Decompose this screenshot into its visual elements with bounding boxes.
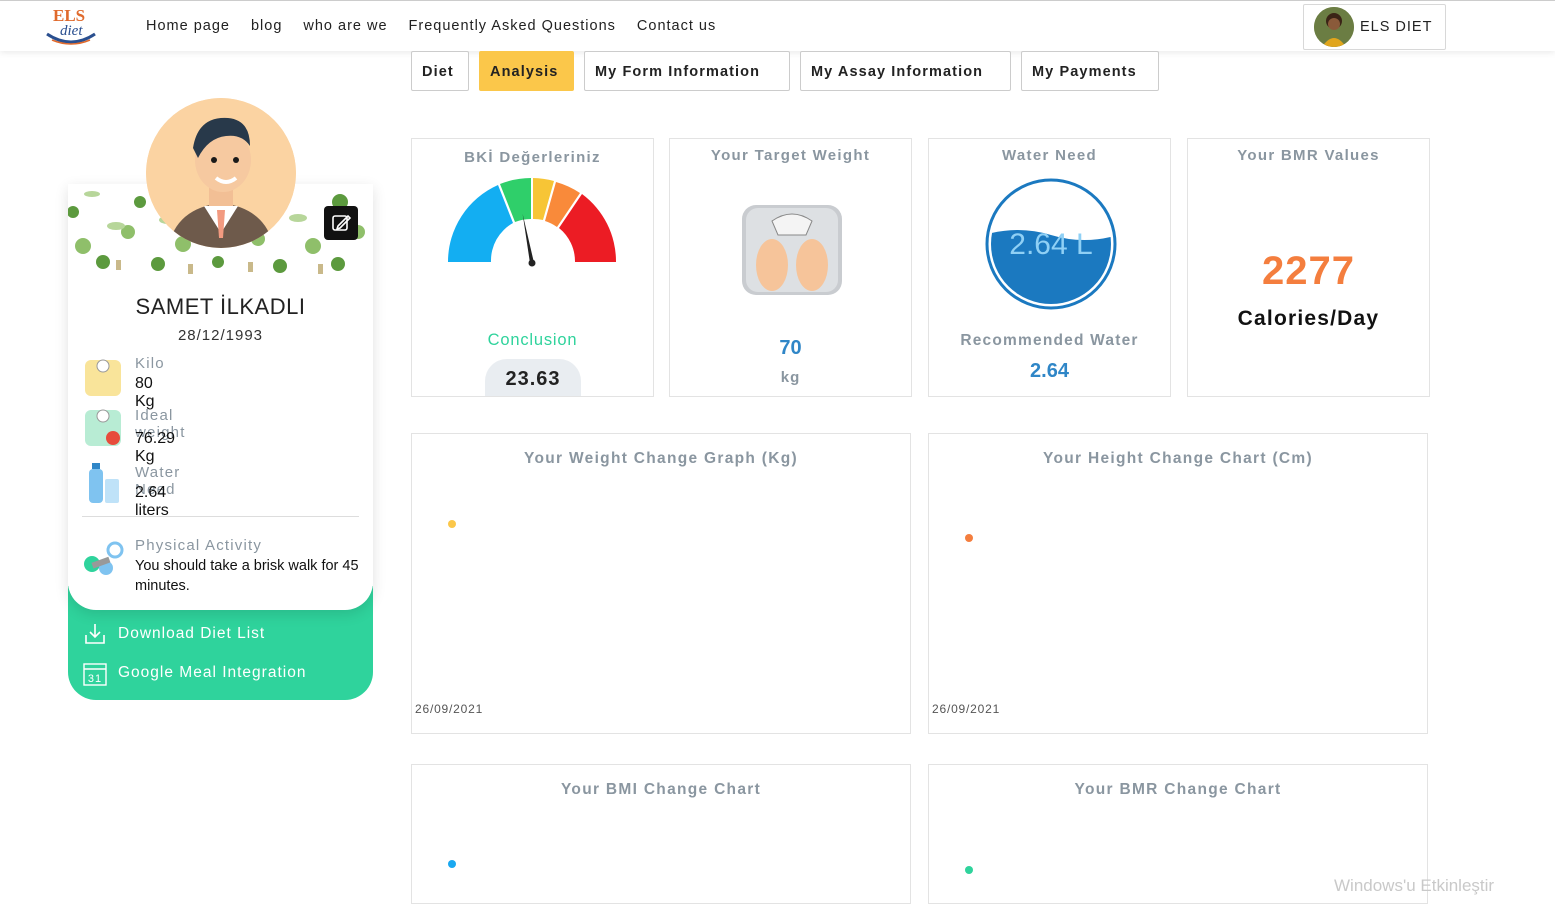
- bmr-value: 2277: [1262, 249, 1355, 293]
- user-avatar: [1314, 7, 1354, 47]
- physical-activity-label: Physical Activity: [135, 537, 263, 554]
- tab-analysis[interactable]: Analysis: [479, 51, 574, 91]
- water-bottle-icon: [89, 463, 119, 503]
- kilo-label: Kilo: [135, 355, 165, 372]
- google-meal-integration-button[interactable]: 31 Google Meal Integration: [82, 660, 352, 686]
- svg-text:31: 31: [88, 673, 102, 685]
- height-change-chart: Your Height Change Chart (Cm) 26/09/2021: [928, 433, 1428, 734]
- main-nav: Home page blog who are we Frequently Ask…: [146, 18, 737, 34]
- bmr-chart-point: [965, 866, 973, 874]
- download-diet-list-button[interactable]: Download Diet List: [82, 621, 352, 647]
- profile-name: SAMET İLKADLI: [135, 294, 306, 319]
- download-icon: [85, 624, 105, 644]
- els-diet-logo[interactable]: ELS diet: [44, 4, 98, 48]
- profile-avatar: [146, 98, 296, 248]
- bathroom-scale-icon: [742, 205, 842, 295]
- user-menu-button[interactable]: ELS DIET: [1303, 4, 1446, 50]
- dumbbell-icon: [84, 541, 124, 575]
- bmi-conclusion-label: Conclusion: [487, 331, 578, 349]
- profile-divider: [82, 516, 359, 517]
- bmi-gauge: [447, 178, 617, 267]
- edit-profile-button[interactable]: [324, 206, 358, 240]
- user-name: ELS DIET: [1360, 19, 1433, 35]
- bmi-card-title: BKİ Değerleriniz: [464, 149, 601, 166]
- physical-activity-text: You should take a brisk walk for 45 minu…: [135, 558, 359, 594]
- calendar-icon: 31: [83, 663, 107, 686]
- tab-my-form-information[interactable]: My Form Information: [584, 51, 790, 91]
- height-chart-x-label: 26/09/2021: [932, 702, 1001, 716]
- weight-chart-x-label: 26/09/2021: [415, 702, 484, 716]
- height-chart-point: [965, 534, 973, 542]
- target-weight-value: 70: [779, 337, 802, 359]
- download-diet-list-label: Download Diet List: [118, 625, 266, 642]
- svg-text:2.64 L: 2.64 L: [1009, 228, 1092, 261]
- nav-home[interactable]: Home page: [146, 18, 230, 34]
- recommended-water-label: Recommended Water: [960, 332, 1139, 349]
- nav-blog[interactable]: blog: [251, 18, 282, 34]
- nav-faq[interactable]: Frequently Asked Questions: [409, 18, 616, 34]
- water-need-value: 2.64 liters: [135, 484, 169, 519]
- bmr-card: Your BMR Values 2277 Calories/Day: [1187, 138, 1430, 397]
- weight-change-chart: Your Weight Change Graph (Kg) 26/09/2021: [411, 433, 911, 734]
- target-weight-unit: kg: [780, 369, 801, 386]
- bmr-unit: Calories/Day: [1237, 307, 1380, 330]
- tab-my-payments[interactable]: My Payments: [1021, 51, 1159, 91]
- edit-icon: [332, 214, 352, 231]
- google-meal-integration-label: Google Meal Integration: [118, 664, 307, 681]
- target-weight-title: Your Target Weight: [710, 147, 871, 164]
- nav-contact[interactable]: Contact us: [637, 18, 716, 34]
- svg-text:diet: diet: [60, 23, 83, 39]
- ideal-weight-value: 76.29 Kg: [135, 430, 176, 465]
- bmi-chart-point: [448, 860, 456, 868]
- bmi-value: 23.63: [485, 359, 581, 396]
- weight-chart-point: [448, 520, 456, 528]
- tab-my-assay-information[interactable]: My Assay Information: [800, 51, 1011, 91]
- profile-dob: 28/12/1993: [177, 327, 264, 344]
- header: ELS diet Home page blog who are we Frequ…: [0, 1, 1555, 51]
- recommended-water-value: 2.64: [1030, 360, 1069, 382]
- nav-who-are-we[interactable]: who are we: [303, 18, 387, 34]
- ideal-weight-icon: [85, 409, 121, 446]
- bmi-change-chart: Your BMI Change Chart: [411, 764, 911, 904]
- kilo-value: 80 Kg: [135, 375, 155, 410]
- scale-icon: [85, 359, 121, 396]
- bmr-card-title: Your BMR Values: [1237, 147, 1380, 164]
- windows-activation-watermark: Windows'u Etkinleştir: [1334, 876, 1495, 895]
- tab-diet[interactable]: Diet: [411, 51, 469, 91]
- water-need-title: Water Need: [1002, 147, 1097, 164]
- water-gauge: 2.64 L: [985, 178, 1117, 310]
- target-weight-card: Your Target Weight 70 kg: [669, 138, 912, 397]
- water-need-card: Water Need 2.64 L Recommended Water 2.64: [928, 138, 1171, 397]
- bmi-card: BKİ Değerleriniz Conclusion 23.63: [411, 138, 654, 397]
